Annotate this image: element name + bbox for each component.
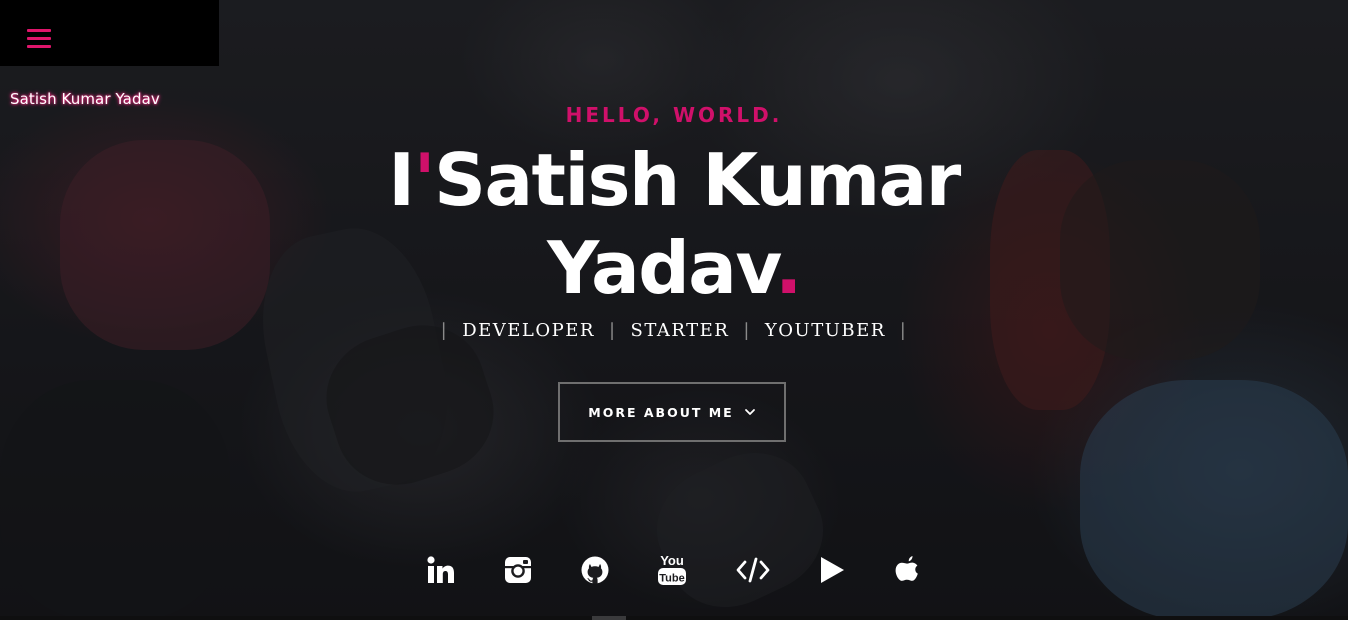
role-separator: | [440, 320, 449, 341]
youtube-label-top: You [660, 553, 684, 568]
roles-list: | DEVELOPER | STARTER | YOUTUBER | [0, 320, 1348, 341]
youtube-icon[interactable]: You Tube [654, 552, 690, 588]
hamburger-menu-icon[interactable] [27, 29, 51, 49]
more-about-me-label: MORE ABOUT ME [588, 404, 734, 420]
hero-greeting: HELLO, WORLD. [565, 103, 783, 127]
role-separator: | [743, 320, 751, 341]
headline-line2: Yadav [547, 226, 776, 310]
headline-prefix: I [388, 138, 415, 222]
linkedin-icon[interactable] [423, 552, 459, 588]
play-icon[interactable] [813, 552, 849, 588]
role-item: STARTER [630, 320, 730, 341]
github-icon[interactable] [577, 552, 613, 588]
hero-section: HELLO, WORLD. I'Satish Kumar Yadav. [0, 100, 1348, 312]
instagram-icon[interactable] [500, 552, 536, 588]
role-separator: | [899, 320, 908, 341]
apple-icon[interactable] [889, 552, 925, 588]
youtube-label-bottom: Tube [659, 573, 684, 585]
scroll-indicator [592, 616, 626, 620]
chevron-down-icon [744, 409, 755, 415]
more-about-me-button[interactable]: MORE ABOUT ME [558, 382, 786, 442]
role-item: DEVELOPER [462, 320, 595, 341]
role-separator: | [608, 320, 617, 341]
headline-dot: . [774, 226, 802, 310]
menu-panel [0, 0, 219, 66]
hero-headline: I'Satish Kumar Yadav. [0, 136, 1348, 312]
headline-apostrophe: ' [413, 138, 436, 222]
headline-line1: Satish Kumar [434, 138, 961, 222]
bottom-edge [0, 616, 1348, 620]
role-item: YOUTUBER [764, 320, 886, 341]
social-links: You Tube [0, 552, 1348, 588]
code-icon[interactable] [735, 552, 771, 588]
